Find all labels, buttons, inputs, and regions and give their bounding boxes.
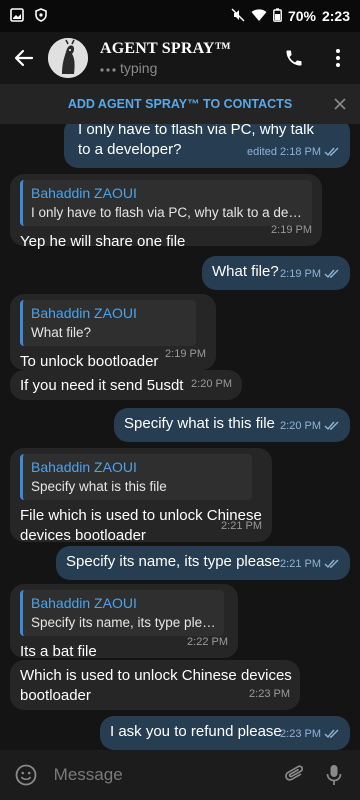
reply-quote[interactable]: Bahaddin ZAOUI Specify its name, its typ… <box>20 590 224 636</box>
message-time: 2:23 PM <box>280 728 321 740</box>
reply-quote[interactable]: Bahaddin ZAOUI I only have to flash via … <box>20 180 312 226</box>
reply-text: What file? <box>31 325 92 340</box>
call-button[interactable] <box>272 36 316 80</box>
double-check-icon <box>324 147 339 157</box>
typing-dots-icon <box>100 60 116 76</box>
paperclip-icon <box>284 765 303 781</box>
reply-text: I only have to flash via PC, why talk to… <box>31 205 304 220</box>
gallery-notification-icon <box>10 7 24 25</box>
message-time: 2:22 PM <box>187 636 228 648</box>
chat-title-block[interactable]: AGENT SPRAY™ typing <box>100 40 231 76</box>
banner-close-button[interactable] <box>330 94 350 114</box>
avatar[interactable] <box>48 38 88 78</box>
double-check-icon <box>324 421 339 431</box>
emoji-button[interactable] <box>6 753 46 797</box>
message-incoming[interactable]: If you need it send 5usdt 2:20 PM <box>10 370 242 400</box>
message-incoming[interactable]: Bahaddin ZAOUI Specify what is this file… <box>10 448 272 544</box>
add-to-contacts-banner[interactable]: ADD AGENT SPRAY™ TO CONTACTS <box>0 84 360 124</box>
message-time: 2:23 PM <box>249 688 290 700</box>
chat-header: AGENT SPRAY™ typing <box>0 32 360 84</box>
double-check-icon <box>324 559 339 569</box>
chat-title: AGENT SPRAY™ <box>100 40 231 57</box>
message-outgoing[interactable]: I ask you to refund please 2:23 PM <box>100 716 350 750</box>
typing-label: typing <box>120 60 158 76</box>
battery-icon <box>273 7 282 25</box>
message-incoming[interactable]: Bahaddin ZAOUI I only have to flash via … <box>10 174 322 250</box>
message-time: 2:20 PM <box>191 378 232 390</box>
shield-notification-icon <box>34 7 48 25</box>
message-outgoing[interactable]: I only have to flash via PC, why talk to… <box>64 124 350 168</box>
back-button[interactable] <box>0 34 48 82</box>
clock: 2:23 <box>321 8 350 24</box>
wifi-icon <box>251 8 267 25</box>
reply-author: Bahaddin ZAOUI <box>31 305 137 321</box>
reply-author: Bahaddin ZAOUI <box>31 185 137 201</box>
message-outgoing[interactable]: Specify what is this file 2:20 PM <box>114 408 350 442</box>
emoji-icon <box>15 764 37 786</box>
message-incoming[interactable]: Bahaddin ZAOUI Specify its name, its typ… <box>10 584 238 660</box>
double-check-icon <box>324 729 339 739</box>
more-button[interactable] <box>316 36 360 80</box>
typing-status: typing <box>100 60 231 76</box>
microphone-icon <box>326 765 342 785</box>
reply-text: Specify what is this file <box>31 479 167 494</box>
phone-icon <box>286 50 302 66</box>
reply-author: Bahaddin ZAOUI <box>31 595 137 611</box>
attach-button[interactable] <box>275 753 315 797</box>
message-time: 2:19 PM <box>271 224 312 236</box>
message-text: Yep he will share one file <box>20 233 186 250</box>
message-time: 2:21 PM <box>221 520 262 532</box>
message-incoming[interactable]: Bahaddin ZAOUI What file? To unlock boot… <box>10 294 216 370</box>
message-time: 2:20 PM <box>280 420 321 432</box>
message-input[interactable] <box>53 765 275 785</box>
reply-text: Specify its name, its type please <box>31 615 216 630</box>
message-outgoing[interactable]: What file? 2:19 PM <box>202 256 350 290</box>
close-icon <box>334 98 346 110</box>
more-vertical-icon <box>336 49 340 67</box>
message-time: 2:19 PM <box>280 268 321 280</box>
status-bar: 70% 2:23 <box>0 0 360 32</box>
message-time: 2:21 PM <box>280 558 321 570</box>
reply-author: Bahaddin ZAOUI <box>31 459 137 475</box>
reply-quote[interactable]: Bahaddin ZAOUI What file? <box>20 300 196 346</box>
mute-icon <box>231 8 245 25</box>
voice-record-button[interactable] <box>314 753 354 797</box>
double-check-icon <box>324 269 339 279</box>
message-time: 2:19 PM <box>165 348 206 360</box>
battery-percent: 70% <box>287 8 316 24</box>
message-composer <box>0 750 360 800</box>
message-outgoing[interactable]: Specify its name, its type please 2:21 P… <box>56 546 350 580</box>
arrow-left-icon <box>14 49 34 67</box>
add-to-contacts-label: ADD AGENT SPRAY™ TO CONTACTS <box>67 97 293 111</box>
message-time: edited 2:18 PM <box>247 146 321 158</box>
reply-quote[interactable]: Bahaddin ZAOUI Specify what is this file <box>20 454 252 500</box>
message-list[interactable]: I only have to flash via PC, why talk to… <box>0 124 360 750</box>
message-incoming[interactable]: Which is used to unlock Chinese devices … <box>10 660 300 710</box>
